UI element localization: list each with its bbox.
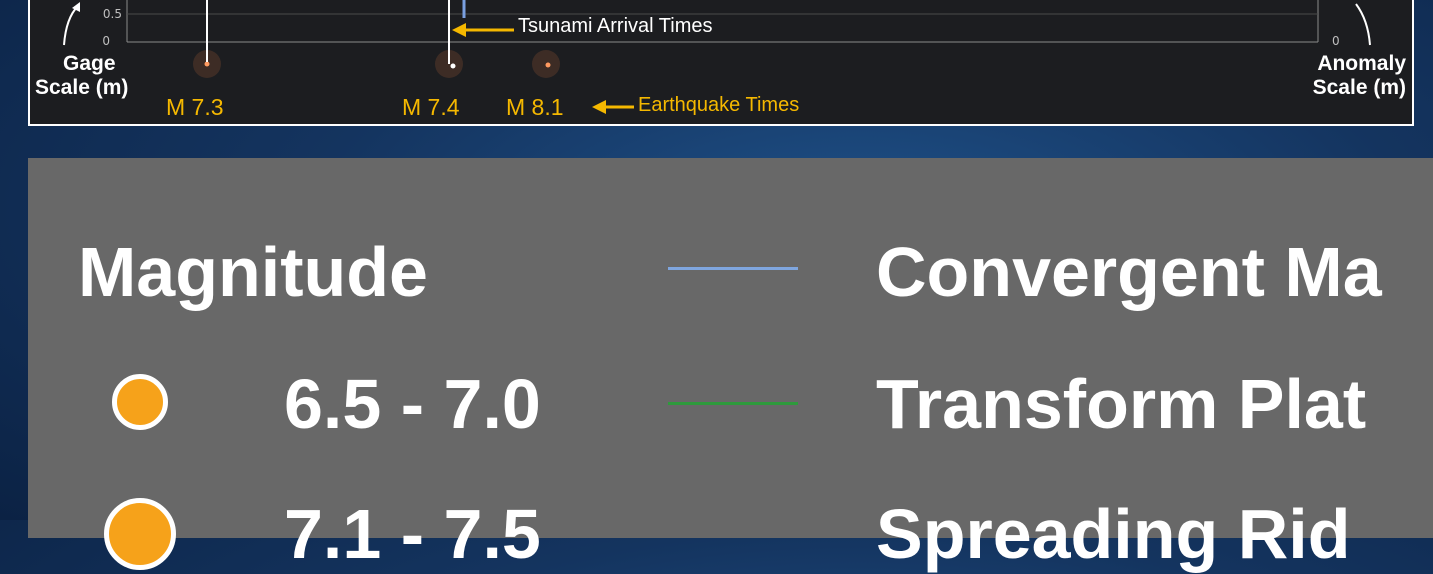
legend-panel: Magnitude 6.5 - 7.0 7.1 - 7.5 Convergent… [28, 158, 1433, 573]
magnitude-title: Magnitude [78, 233, 428, 311]
left-tick-0-5: 0.5 [103, 7, 122, 21]
boundary-label-spreading: Spreading Rid [876, 495, 1351, 573]
right-tick-0: 0 [1332, 34, 1340, 48]
boundary-label-convergent: Convergent Ma [876, 233, 1382, 311]
left-axis-arrow [63, 5, 79, 46]
left-axis-title-line1: Gage [63, 52, 116, 75]
magnitude-label-2: 7.1 - 7.5 [284, 495, 541, 573]
right-axis-title-line1: Anomaly [1317, 52, 1406, 75]
earthquake-annotation: Earthquake Times [638, 94, 800, 116]
earthquake-label-m73: M 7.3 [166, 94, 224, 120]
left-axis-title-line2: Scale (m) [35, 76, 129, 100]
right-axis-title-line2: Scale (m) [1312, 76, 1406, 100]
earthquake-marker-3 [532, 50, 560, 78]
earthquake-marker-2 [435, 0, 463, 78]
tsunami-arrowhead [452, 23, 466, 37]
earthquake-arrowhead [592, 100, 606, 114]
magnitude-dot-small [112, 374, 168, 430]
magnitude-dot-medium [104, 498, 176, 570]
tsunami-annotation: Tsunami Arrival Times [518, 15, 713, 37]
earthquake-marker-1 [193, 0, 221, 78]
left-tick-0: 0 [102, 34, 110, 48]
convergent-swatch [668, 267, 798, 270]
boundary-label-transform: Transform Plat [876, 365, 1367, 443]
left-axis-title: Gage Scale (m) [35, 52, 128, 100]
right-axis-arrow [1355, 3, 1371, 46]
earthquake-label-m81: M 8.1 [506, 94, 564, 120]
earthquake-label-m74: M 7.4 [402, 94, 460, 120]
magnitude-label-1: 6.5 - 7.0 [284, 365, 541, 443]
right-axis-title: Anomaly Scale (m) [1313, 52, 1406, 100]
transform-swatch [668, 402, 798, 405]
chart-strip: 0.5 0 0 Gage Scale (m) Anomaly Scale (m)… [28, 0, 1414, 126]
